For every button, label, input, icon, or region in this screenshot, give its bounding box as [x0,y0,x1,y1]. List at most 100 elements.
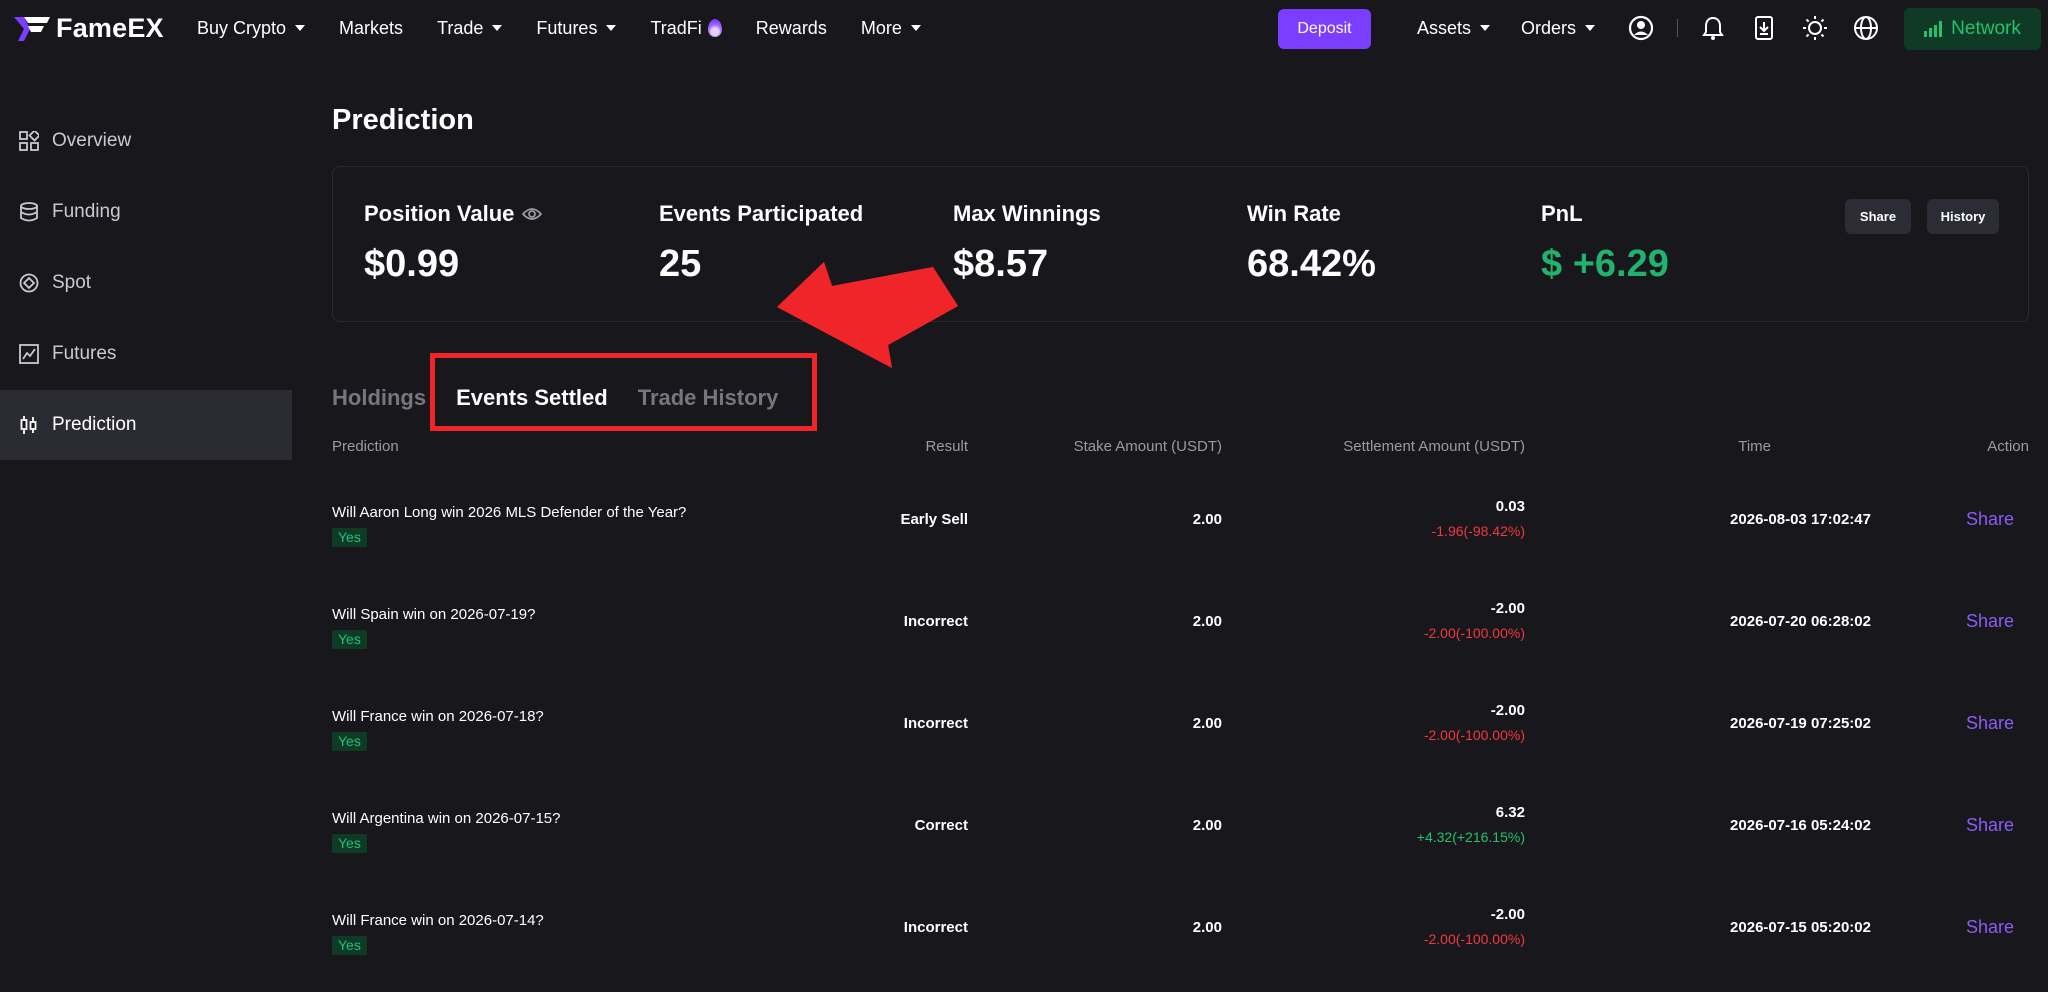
win-rate-label: Win Rate [1247,201,1341,226]
user-icon[interactable] [1628,15,1654,41]
row-share-link[interactable]: Share [1966,917,2014,938]
nav-rewards[interactable]: Rewards [756,18,827,39]
prediction-question[interactable]: Will France win on 2026-07-18? [332,708,544,725]
side-badge: Yes [332,834,367,853]
sidebar-item-futures[interactable]: Futures [0,319,292,389]
globe-icon[interactable] [1853,15,1879,41]
row-share-link[interactable]: Share [1966,713,2014,734]
settlement-change: +4.32(+216.15%) [1416,829,1525,845]
theme-sun-icon[interactable] [1802,15,1828,41]
header-settlement: Settlement Amount (USDT) [1343,438,1525,455]
nav-markets[interactable]: Markets [339,18,403,39]
row-share-link[interactable]: Share [1966,815,2014,836]
header-time: Time [1738,438,1771,455]
stake-amount: 2.00 [1192,919,1222,936]
prediction-question[interactable]: Will Argentina win on 2026-07-15? [332,810,560,827]
prediction-question[interactable]: Will Spain win on 2026-07-19? [332,606,535,623]
stat-label: Position Value [364,201,543,227]
caret-down-icon [910,25,921,31]
stat-pnl: PnL $ +6.29 [1541,201,1669,286]
nav-label: TradFi [650,17,702,38]
nav-assets[interactable]: Assets [1417,18,1491,39]
table-row: Will France win on 2026-07-14? Yes Incorre… [332,900,2029,992]
network-label: Network [1951,18,2021,39]
sidebar: Overview Funding Spot Futures Prediction [0,106,292,461]
settlement-time: 2026-07-15 05:20:02 [1730,919,1871,936]
settlement-amount: 0.03 [1495,498,1525,515]
table-row: Will France win on 2026-07-18? Yes Incorre… [332,696,2029,798]
table-row: Will Argentina win on 2026-07-15? Yes Corr… [332,798,2029,900]
fameex-logo-icon [14,16,50,41]
nav-more[interactable]: More [861,18,921,39]
result-text: Correct [914,817,968,834]
sidebar-item-funding[interactable]: Funding [0,177,292,247]
settlement-amount: -2.00 [1490,906,1525,923]
spot-icon [19,273,39,293]
fameex-logo[interactable]: FameEX [14,13,164,44]
download-icon[interactable] [1751,15,1777,41]
bell-icon[interactable] [1700,15,1726,41]
stat-win-rate: Win Rate 68.42% [1247,201,1376,286]
sidebar-item-label: Spot [52,272,92,293]
candlestick-icon [20,416,37,434]
sidebar-item-prediction[interactable]: Prediction [0,390,292,460]
settlement-time: 2026-07-16 05:24:02 [1730,817,1871,834]
events-label: Events Participated [659,201,864,226]
result-text: Incorrect [903,613,968,630]
nav-orders[interactable]: Orders [1521,17,1596,39]
position-value-label: Position Value [364,201,515,226]
caret-down-icon [295,25,306,31]
brand-name: FameEX [56,13,164,43]
sidebar-item-label: Prediction [52,414,137,435]
nav-label: Markets [339,17,404,38]
stake-amount: 2.00 [1192,511,1222,528]
deposit-button[interactable]: Deposit [1278,9,1371,49]
nav-label: Trade [437,17,484,38]
tab-holdings[interactable]: Holdings [332,385,426,411]
prediction-question[interactable]: Will Aaron Long win 2026 MLS Defender of… [332,504,686,521]
page-title: Prediction [332,104,474,136]
nav-futures[interactable]: Futures [536,17,617,39]
row-share-link[interactable]: Share [1966,611,2014,632]
eye-icon[interactable] [522,207,543,221]
settlement-change: -2.00(-100.00%) [1423,931,1525,947]
nav-label: Orders [1521,17,1577,38]
main-nav: Buy Crypto Markets Trade Futures TradFi … [197,0,955,56]
sidebar-item-spot[interactable]: Spot [0,248,292,318]
stat-position-value: Position Value $0.99 [364,201,543,286]
settlement-amount: 6.32 [1495,804,1525,821]
nav-label: Futures [536,17,598,38]
nav-tradfi[interactable]: TradFi [650,17,722,39]
nav-label: Rewards [755,17,827,38]
result-text: Incorrect [903,715,968,732]
side-badge: Yes [332,732,367,751]
account-nav: Assets Orders [1417,0,1626,56]
settlement-change: -1.96(-98.42%) [1431,523,1525,539]
win-rate-value: 68.42% [1247,243,1376,285]
settlement-amount: -2.00 [1490,600,1525,617]
summary-card: Position Value $0.99 Events Participated… [332,166,2029,322]
nav-trade[interactable]: Trade [437,17,503,39]
signal-bars-icon [1924,21,1943,37]
grid-icon [19,131,39,151]
header-stake: Stake Amount (USDT) [1073,438,1222,455]
coins-icon [20,202,38,222]
pnl-label: PnL [1541,201,1583,226]
share-button[interactable]: Share [1845,199,1911,234]
sidebar-item-overview[interactable]: Overview [0,106,292,176]
futures-chart-icon [19,344,39,364]
fire-icon [707,19,722,37]
network-button[interactable]: Network [1904,8,2041,50]
sidebar-item-label: Funding [52,201,121,222]
prediction-question[interactable]: Will France win on 2026-07-14? [332,912,544,929]
side-badge: Yes [332,528,367,547]
history-button[interactable]: History [1927,199,1999,234]
result-text: Early Sell [900,511,968,528]
caret-down-icon [1480,25,1491,31]
header-prediction: Prediction [332,438,399,455]
settlement-time: 2026-07-19 07:25:02 [1730,715,1871,732]
nav-buy-crypto[interactable]: Buy Crypto [197,18,306,39]
side-badge: Yes [332,630,367,649]
row-share-link[interactable]: Share [1966,509,2014,530]
settlement-change: -2.00(-100.00%) [1423,727,1525,743]
